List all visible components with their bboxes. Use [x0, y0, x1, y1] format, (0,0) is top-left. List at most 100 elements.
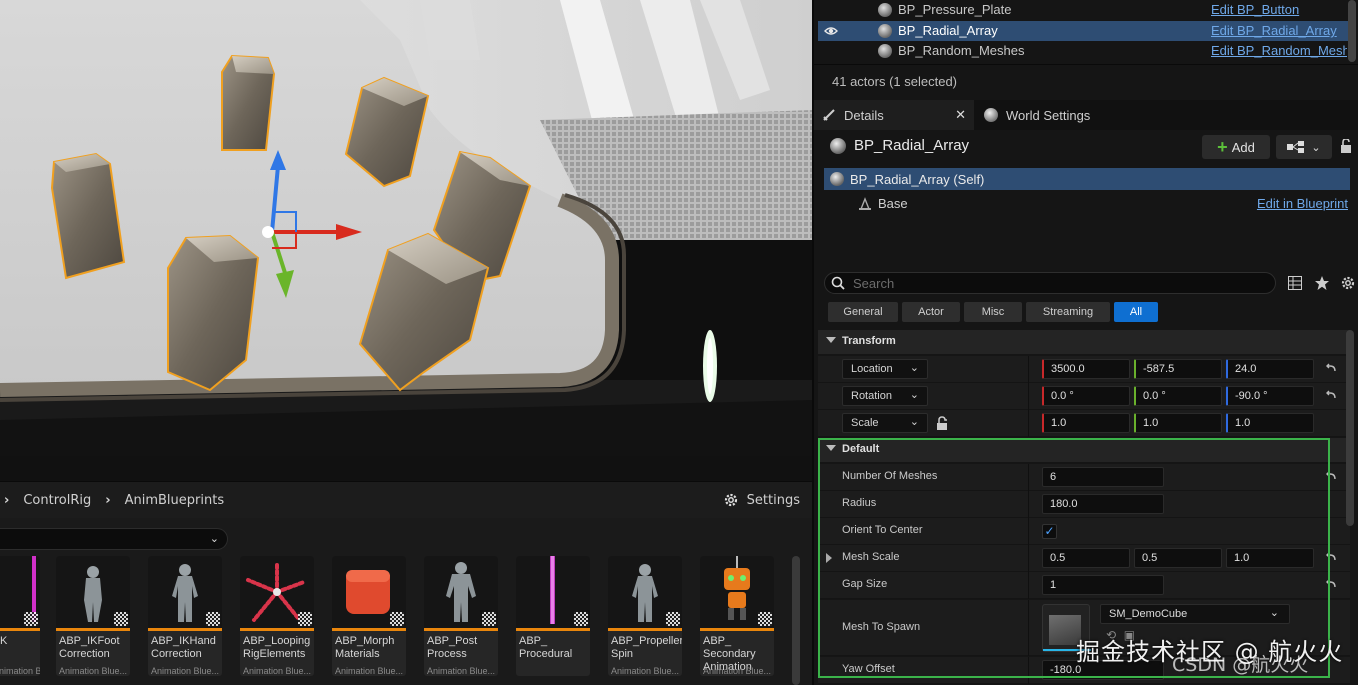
edit-blueprint-link[interactable]: Edit BP_Random_Meshes — [1211, 43, 1347, 58]
tab-world-settings[interactable]: World Settings — [984, 100, 1090, 130]
content-browser-scrollbar[interactable] — [792, 556, 800, 685]
divider — [1028, 356, 1029, 383]
outliner-scrollbar[interactable] — [1348, 0, 1356, 62]
asset-tile[interactable]: ABP_Looping RigElements Animation Blue..… — [240, 556, 314, 676]
location-x-field[interactable]: 3500.0 — [1042, 359, 1130, 379]
expand-arrow-icon — [826, 337, 836, 343]
divider — [1028, 383, 1029, 410]
actor-title-text: BP_Radial_Array — [854, 137, 970, 154]
filter-general[interactable]: General — [828, 302, 898, 322]
outliner-row[interactable]: BP_Pressure_Plate Edit BP_Button — [818, 0, 1350, 20]
world-icon — [984, 108, 998, 122]
rotation-label: Rotation — [851, 390, 892, 402]
category-transform[interactable]: Transform — [818, 330, 1350, 354]
asset-tile[interactable]: ABP_Morph Materials Animation Blue... — [332, 556, 406, 676]
scale-y-field[interactable]: 1.0 — [1134, 413, 1222, 433]
asset-status-icon — [114, 612, 128, 626]
gear-icon[interactable] — [1340, 275, 1356, 291]
asset-type: Animation Blue... — [703, 666, 772, 676]
breadcrumb-animblueprints[interactable]: AnimBlueprints — [125, 493, 225, 508]
actor-name: BP_Radial_Array — [898, 23, 998, 38]
asset-type: Animation Blue... — [59, 666, 128, 676]
asset-tile[interactable]: ABP_IKFoot Correction Animation Blue... — [56, 556, 130, 676]
actor-title: BP_Radial_Array — [830, 137, 969, 154]
level-viewport[interactable] — [0, 0, 812, 456]
asset-status-icon — [482, 612, 496, 626]
asset-tile[interactable]: ABP_ Secondary Animation Animation Blue.… — [700, 556, 774, 676]
category-title: Transform — [842, 335, 896, 347]
content-browser-settings-button[interactable]: Settings — [723, 482, 800, 518]
close-icon[interactable]: ✕ — [955, 107, 966, 123]
scale-z-field[interactable]: 1.0 — [1226, 413, 1314, 433]
tab-details[interactable]: Details ✕ — [814, 100, 974, 130]
asset-type: Animation Blue... — [151, 666, 220, 676]
edit-blueprint-link[interactable]: Edit BP_Radial_Array — [1211, 23, 1347, 38]
asset-type-bar — [332, 628, 406, 631]
filter-actor[interactable]: Actor — [902, 302, 960, 322]
asset-tile[interactable]: ABP_Post Process Animation Blue... — [424, 556, 498, 676]
component-self[interactable]: BP_Radial_Array (Self) — [824, 168, 1350, 190]
table-view-icon[interactable] — [1288, 276, 1302, 290]
watermark: CSDN @航火火 — [1172, 654, 1309, 676]
component-self-label: BP_Radial_Array (Self) — [850, 171, 985, 187]
viewport-scene[interactable] — [0, 0, 812, 456]
location-y-field[interactable]: -587.5 — [1134, 359, 1222, 379]
add-component-button[interactable]: + Add — [1202, 135, 1270, 159]
asset-type-bar — [148, 628, 222, 631]
reset-arrow-icon[interactable] — [1324, 362, 1338, 376]
scale-x-field[interactable]: 1.0 — [1042, 413, 1130, 433]
breadcrumb-separator: › — [105, 492, 111, 508]
asset-tile[interactable]: ABP_IKHand Correction Animation Blue... — [148, 556, 222, 676]
reset-arrow-icon[interactable] — [1324, 389, 1338, 403]
property-location: Location ⌄ 3500.0 -587.5 24.0 — [818, 356, 1350, 383]
right-panel: BP_Pressure_Plate Edit BP_Button BP_Radi… — [812, 0, 1358, 685]
asset-tile[interactable]: K nimation Blue... — [0, 556, 40, 676]
breadcrumb-controlrig[interactable]: ControlRig — [23, 493, 91, 508]
asset-tile[interactable]: ABP_Propeller Spin Animation Blue... — [608, 556, 682, 676]
filter-misc[interactable]: Misc — [964, 302, 1022, 322]
asset-status-icon — [574, 612, 588, 626]
asset-type-bar — [240, 628, 314, 631]
search-input[interactable] — [853, 275, 1253, 291]
asset-type: Animation Blue... — [427, 666, 496, 676]
rotation-y-field[interactable]: 0.0 ° — [1134, 386, 1222, 406]
scene-component-icon — [859, 197, 871, 210]
hierarchy-icon — [1287, 141, 1305, 153]
chevron-down-icon: ⌄ — [909, 416, 919, 428]
edit-in-blueprint-link[interactable]: Edit in Blueprint — [1257, 196, 1348, 211]
edit-blueprint-link[interactable]: Edit BP_Button — [1211, 2, 1347, 17]
rotation-z-field[interactable]: -90.0 ° — [1226, 386, 1314, 406]
rotation-x-field[interactable]: 0.0 ° — [1042, 386, 1130, 406]
scale-dropdown[interactable]: Scale ⌄ — [842, 413, 928, 433]
blueprint-options-button[interactable]: ⌄ — [1276, 135, 1332, 159]
content-browser-top-strip — [0, 456, 812, 482]
chevron-down-icon: ⌄ — [909, 389, 919, 401]
filter-all[interactable]: All — [1114, 302, 1158, 322]
blueprint-actor-icon — [878, 44, 892, 58]
chevron-down-icon: ⌄ — [909, 362, 919, 374]
star-icon[interactable] — [1314, 275, 1330, 291]
outliner-row-selected[interactable]: BP_Radial_Array Edit BP_Radial_Array — [818, 21, 1350, 41]
asset-status-icon — [24, 612, 38, 626]
lock-icon[interactable] — [1340, 139, 1352, 153]
outliner-row[interactable]: BP_Random_Meshes Edit BP_Random_Meshes — [818, 41, 1350, 61]
component-base[interactable]: Base Edit in Blueprint — [824, 193, 1350, 215]
details-search[interactable] — [824, 272, 1276, 294]
location-dropdown[interactable]: Location ⌄ — [842, 359, 928, 379]
asset-type: Animation Blue... — [243, 666, 312, 676]
filter-streaming[interactable]: Streaming — [1026, 302, 1110, 322]
blueprint-actor-icon — [830, 137, 846, 154]
unlock-icon[interactable] — [936, 416, 950, 430]
actor-name: BP_Pressure_Plate — [898, 2, 1012, 17]
details-scrollbar[interactable] — [1346, 330, 1354, 526]
content-filter-dropdown[interactable]: ⌄ — [0, 528, 228, 550]
tab-world-settings-label: World Settings — [1006, 107, 1091, 123]
asset-type-bar — [608, 628, 682, 631]
asset-type-bar — [700, 628, 774, 631]
asset-tile[interactable]: ABP_ Procedural — [516, 556, 590, 676]
chevron-down-icon: ⌄ — [1311, 140, 1321, 154]
rotation-dropdown[interactable]: Rotation ⌄ — [842, 386, 928, 406]
visibility-eye-icon[interactable] — [824, 24, 838, 38]
location-z-field[interactable]: 24.0 — [1226, 359, 1314, 379]
location-label: Location — [851, 363, 893, 375]
